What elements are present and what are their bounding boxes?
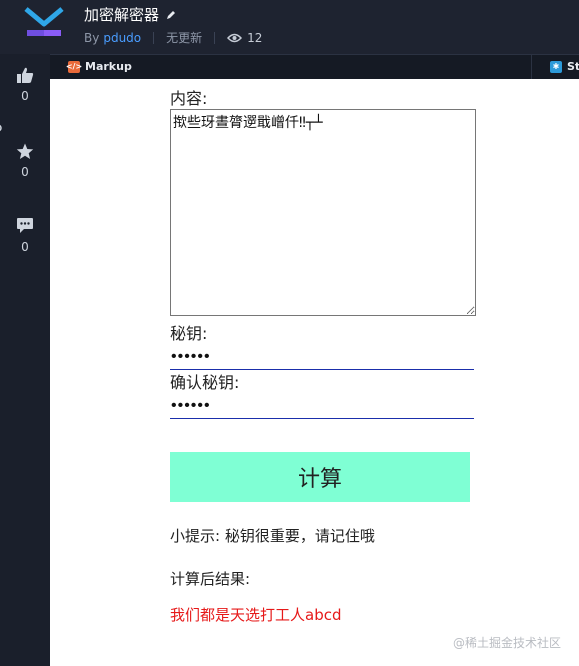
- confirm-key-label: 确认秘钥:: [170, 373, 240, 392]
- meta-divider: [214, 31, 216, 44]
- code-icon: </>: [65, 60, 83, 73]
- key-input[interactable]: [170, 344, 474, 370]
- comment-button[interactable]: 0: [0, 217, 50, 254]
- key-label: 秘钥:: [170, 324, 208, 343]
- tab-markup-label: Markup: [85, 60, 132, 73]
- result-value: 我们都是天选打工人abcd: [170, 606, 342, 624]
- update-status: 无更新: [166, 31, 203, 45]
- style-icon: ✱: [550, 60, 562, 73]
- edit-pencil-icon[interactable]: [165, 9, 177, 21]
- comment-count: 0: [21, 240, 29, 254]
- tab-markup[interactable]: </> Markup: [65, 60, 132, 73]
- author-link[interactable]: pdudo: [103, 31, 141, 45]
- crypto-form: 内容: 揿些玡晝膂遻戢嶒仟‼┬┴ 秘钥: 确认秘钥:: [170, 89, 476, 419]
- watermark-text: @稀土掘金技术社区: [453, 636, 562, 650]
- content-label: 内容:: [170, 89, 208, 108]
- star-icon: [16, 143, 34, 159]
- like-button[interactable]: 0: [0, 67, 50, 103]
- tab-style[interactable]: ✱ Sty: [550, 60, 579, 73]
- favorite-button[interactable]: 0: [0, 143, 50, 179]
- tab-style-label: Sty: [567, 60, 579, 73]
- app-header: 加密解密器 By pdudo 无更新 12: [0, 0, 579, 54]
- thumbs-up-icon: [17, 67, 34, 83]
- pen-meta: By pdudo 无更新 12: [84, 29, 262, 46]
- result-label: 计算后结果:: [170, 570, 251, 588]
- like-count: 0: [21, 89, 29, 103]
- comment-icon: [17, 218, 33, 233]
- left-sidebar: 0 0 0: [0, 54, 50, 666]
- editor-tab-bar: </> Markup ✱ Sty: [50, 54, 579, 80]
- meta-divider: [153, 31, 155, 44]
- logo-icon: [24, 7, 64, 36]
- tab-divider: [531, 55, 532, 80]
- tip-text: 小提示: 秘钥很重要，请记住哦: [170, 527, 375, 545]
- eye-icon: [227, 33, 243, 42]
- calculate-button[interactable]: 计算: [170, 452, 470, 502]
- confirm-key-input[interactable]: [170, 393, 474, 419]
- by-label: By: [84, 30, 100, 45]
- view-count: 12: [227, 31, 262, 45]
- result-preview: 内容: 揿些玡晝膂遻戢嶒仟‼┬┴ 秘钥: 确认秘钥: 计算 小提示: 秘钥很重要…: [50, 79, 579, 666]
- favorite-count: 0: [21, 165, 29, 179]
- collapse-handle-icon[interactable]: [0, 122, 4, 134]
- content-textarea[interactable]: 揿些玡晝膂遻戢嶒仟‼┬┴: [170, 109, 476, 316]
- view-count-value: 12: [247, 30, 263, 45]
- page-title: 加密解密器: [84, 6, 160, 24]
